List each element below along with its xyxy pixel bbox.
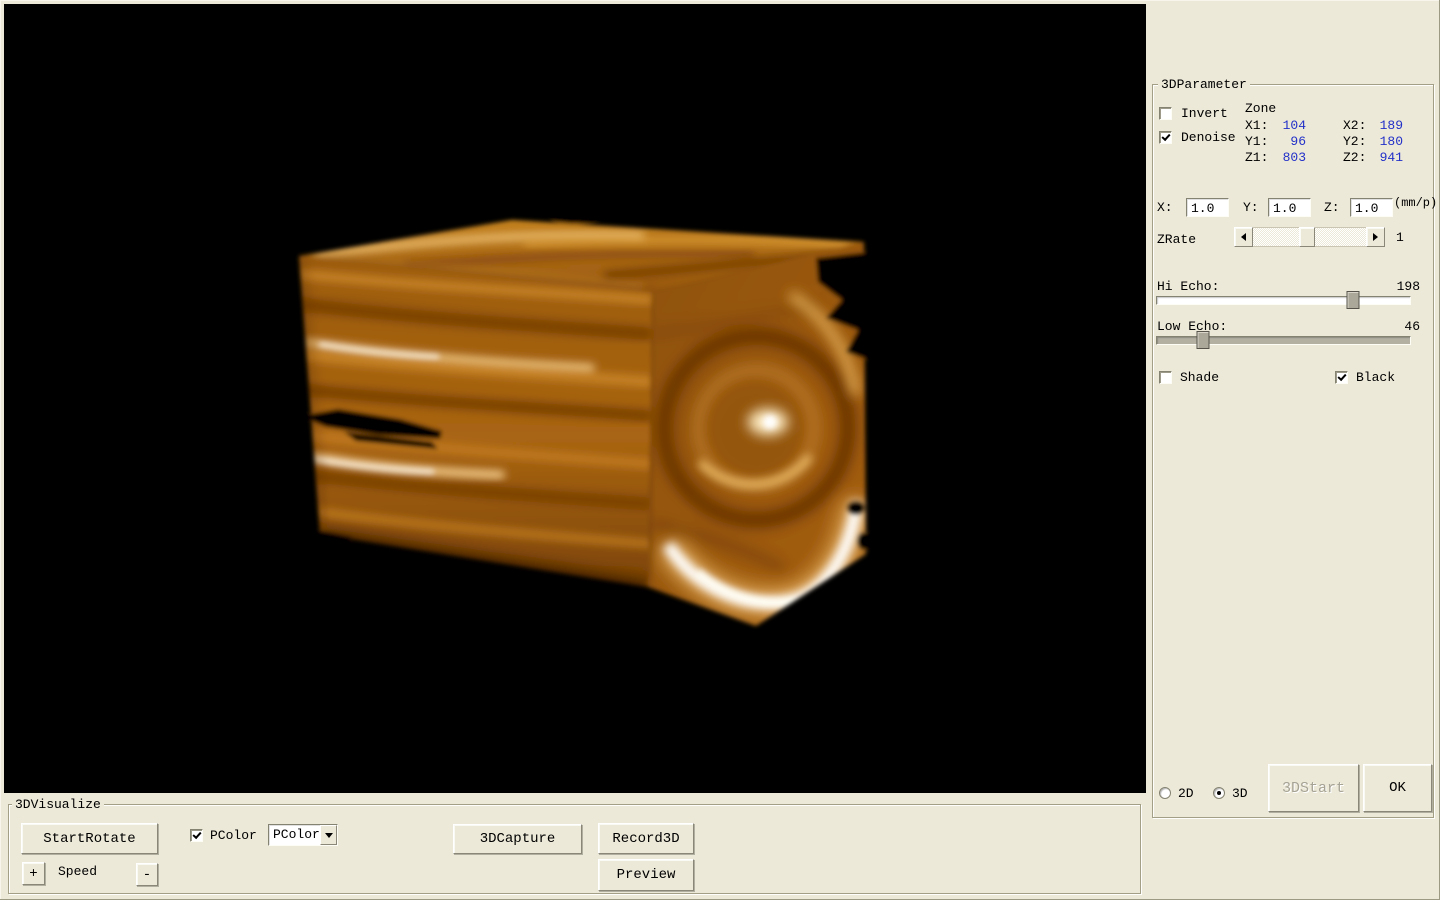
preview-button[interactable]: Preview bbox=[598, 859, 694, 891]
scale-y-input[interactable] bbox=[1268, 198, 1311, 217]
parameter-panel-title: 3DParameter bbox=[1158, 77, 1250, 92]
zrate-label: ZRate bbox=[1157, 232, 1196, 247]
parameter-panel: 3DParameter Invert Denoise Zone X1: 104 … bbox=[1152, 84, 1434, 818]
mode-2d-label: 2D bbox=[1178, 786, 1194, 801]
pcolor-dropdown[interactable]: PColor bbox=[268, 824, 338, 846]
low-echo-slider[interactable] bbox=[1156, 336, 1411, 345]
scale-z-input[interactable] bbox=[1350, 198, 1393, 217]
black-label: Black bbox=[1356, 370, 1395, 385]
scroll-left-icon bbox=[1241, 233, 1246, 241]
scale-y-label: Y: bbox=[1243, 200, 1259, 215]
ok-button[interactable]: OK bbox=[1363, 764, 1432, 812]
invert-label: Invert bbox=[1181, 106, 1228, 121]
hi-echo-value: 198 bbox=[1380, 279, 1420, 294]
visualize-panel: 3DVisualize StartRotate PColor PColor 3D… bbox=[8, 804, 1141, 894]
3dcapture-button[interactable]: 3DCapture bbox=[453, 824, 582, 854]
zrate-scroll-right-button[interactable] bbox=[1366, 227, 1385, 247]
zrate-scroll-left-button[interactable] bbox=[1234, 227, 1253, 247]
start-rotate-button[interactable]: StartRotate bbox=[21, 823, 158, 854]
zone-label: Zone bbox=[1245, 101, 1276, 116]
pcolor-checkbox[interactable] bbox=[190, 829, 203, 842]
low-echo-value: 46 bbox=[1380, 319, 1420, 334]
zone-y2-value: 180 bbox=[1363, 134, 1403, 149]
zone-x1-label: X1: bbox=[1245, 118, 1268, 133]
visualize-panel-title: 3DVisualize bbox=[12, 797, 104, 812]
speed-plus-button[interactable]: + bbox=[22, 862, 45, 885]
scale-unit-label: (mm/p) bbox=[1394, 196, 1437, 211]
hi-echo-slider[interactable] bbox=[1156, 296, 1411, 305]
speed-minus-button[interactable]: - bbox=[136, 863, 158, 886]
3dstart-button[interactable]: 3DStart bbox=[1268, 764, 1359, 812]
mode-2d-radio[interactable] bbox=[1159, 787, 1171, 799]
zone-x2-value: 189 bbox=[1363, 118, 1403, 133]
zone-z1-value: 803 bbox=[1266, 150, 1306, 165]
record3d-button[interactable]: Record3D bbox=[598, 823, 694, 854]
pcolor-label: PColor bbox=[210, 828, 257, 843]
invert-checkbox[interactable] bbox=[1159, 107, 1172, 120]
zrate-value: 1 bbox=[1396, 230, 1404, 245]
denoise-checkbox[interactable] bbox=[1159, 131, 1172, 144]
scale-z-label: Z: bbox=[1324, 200, 1340, 215]
low-echo-slider-thumb[interactable] bbox=[1196, 331, 1209, 349]
zrate-scrollbar-track[interactable] bbox=[1253, 227, 1366, 247]
zone-z1-label: Z1: bbox=[1245, 150, 1268, 165]
zrate-scrollbar-thumb[interactable] bbox=[1299, 227, 1315, 247]
scroll-right-icon bbox=[1373, 233, 1378, 241]
chevron-down-icon bbox=[325, 833, 333, 838]
hi-echo-slider-thumb[interactable] bbox=[1347, 291, 1360, 309]
low-echo-label: Low Echo: bbox=[1157, 319, 1227, 334]
shade-checkbox[interactable] bbox=[1159, 371, 1172, 384]
app-window: { "window": { "bg": "#ece9d8" }, "viewpo… bbox=[0, 0, 1440, 900]
mode-3d-label: 3D bbox=[1232, 786, 1248, 801]
black-checkbox[interactable] bbox=[1335, 371, 1348, 384]
hi-echo-label: Hi Echo: bbox=[1157, 279, 1219, 294]
mode-3d-radio[interactable] bbox=[1213, 787, 1225, 799]
pcolor-dropdown-button[interactable] bbox=[320, 825, 337, 845]
render-viewport[interactable] bbox=[4, 4, 1146, 793]
pcolor-dropdown-value: PColor bbox=[269, 825, 320, 845]
zone-x1-value: 104 bbox=[1266, 118, 1306, 133]
scale-x-input[interactable] bbox=[1186, 198, 1229, 217]
zone-z2-value: 941 bbox=[1363, 150, 1403, 165]
scale-x-label: X: bbox=[1157, 200, 1173, 215]
zone-y1-value: 96 bbox=[1266, 134, 1306, 149]
zrate-scrollbar[interactable] bbox=[1234, 227, 1385, 247]
zone-y1-label: Y1: bbox=[1245, 134, 1268, 149]
shade-label: Shade bbox=[1180, 370, 1219, 385]
volume-render-image bbox=[4, 4, 1146, 793]
speed-label: Speed bbox=[58, 864, 97, 879]
denoise-label: Denoise bbox=[1181, 130, 1236, 145]
